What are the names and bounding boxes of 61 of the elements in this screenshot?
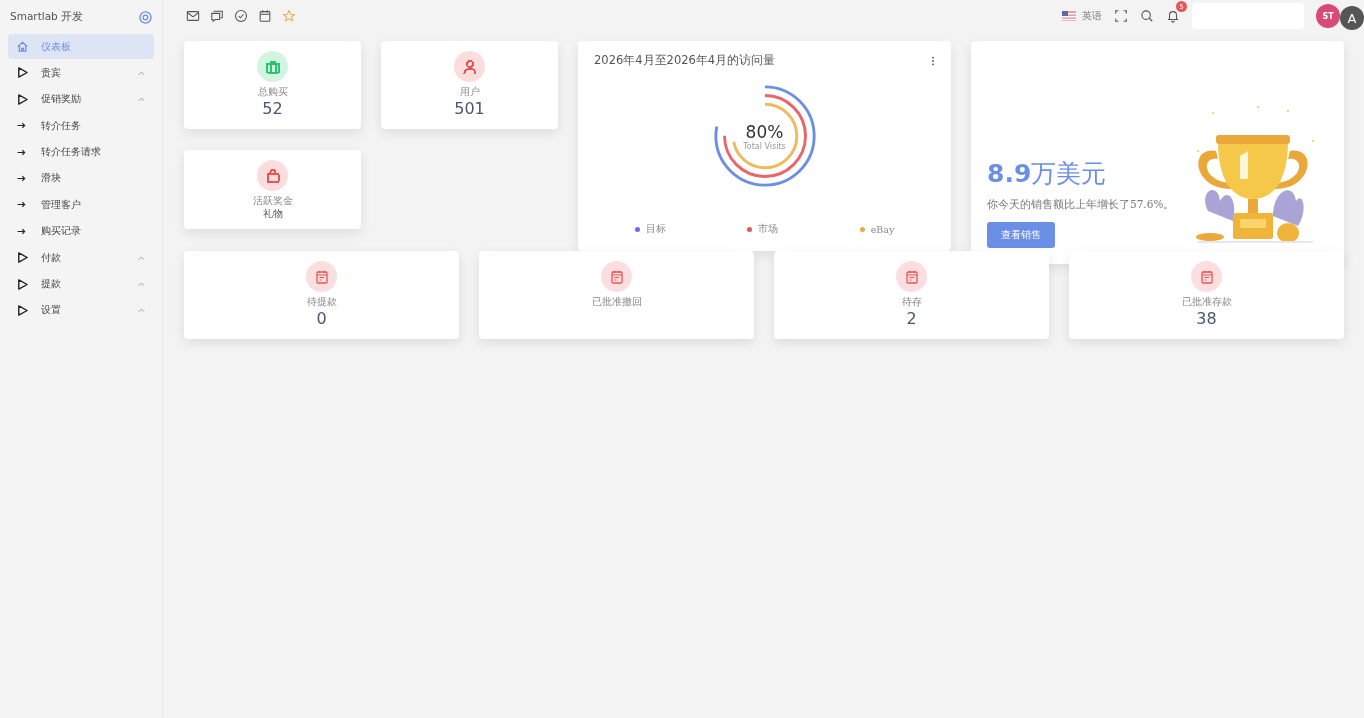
stat-label: 活跃奖金 xyxy=(252,195,293,208)
stat-sublabel: 礼物 xyxy=(262,208,283,221)
calendar-icon xyxy=(903,268,920,285)
legend-label: eBay xyxy=(870,224,895,235)
chevron-up-icon xyxy=(137,254,146,261)
language-selector[interactable]: 英语 xyxy=(1082,9,1102,23)
sales-amount: 8.9万美元 xyxy=(987,158,1108,190)
stat-value: 0 xyxy=(316,309,327,328)
calendar-icon[interactable] xyxy=(258,9,272,23)
nav-item[interactable]: 付款 xyxy=(8,245,154,271)
triangle-icon xyxy=(16,66,29,80)
calendar-icon xyxy=(608,268,625,285)
legend-label: 市场 xyxy=(758,223,779,236)
legend-label: 目标 xyxy=(645,223,666,236)
stat-value: 2 xyxy=(906,309,917,328)
stat-label: 已批准存款 xyxy=(1181,296,1232,309)
star-icon[interactable] xyxy=(282,9,296,23)
brand-name: Smartlab 开发 xyxy=(10,10,84,24)
nav-item[interactable]: 滑块 xyxy=(8,165,154,191)
triangle-icon xyxy=(16,251,29,265)
translate-button[interactable]: A xyxy=(1340,6,1364,30)
calendar-icon xyxy=(1198,268,1215,285)
fullscreen-icon[interactable] xyxy=(1114,9,1128,23)
chevron-up-icon xyxy=(137,96,146,103)
nav-item[interactable]: 贵宾 xyxy=(8,60,154,86)
triangle-icon xyxy=(16,92,29,106)
chevron-up-icon xyxy=(137,307,146,314)
check-circle-icon[interactable] xyxy=(234,9,248,23)
search-icon[interactable] xyxy=(1140,9,1154,23)
card-title: 2026年4月至2026年4月的访问量 xyxy=(594,53,776,68)
sales-description: 你今天的销售额比上年增长了57.6%。 xyxy=(987,198,1175,212)
nav-item[interactable]: 设置 xyxy=(8,297,154,323)
home-icon xyxy=(16,40,29,53)
stat-label: 待存 xyxy=(901,296,922,309)
stat-value: 38 xyxy=(1196,309,1217,328)
stat-value: 52 xyxy=(262,99,283,118)
triangle-icon xyxy=(16,303,29,317)
stat-label: 已批准撤回 xyxy=(591,296,642,309)
triangle-icon xyxy=(16,277,29,291)
chevron-up-icon xyxy=(137,69,146,76)
mail-icon[interactable] xyxy=(186,9,200,23)
chat-icon[interactable] xyxy=(210,9,224,23)
bell-icon[interactable] xyxy=(1166,9,1180,23)
center-label: Total Visits xyxy=(743,141,786,151)
stat-label: 用户 xyxy=(459,86,480,99)
center-value: 80% xyxy=(745,121,784,142)
nav-item[interactable]: 转介任务 xyxy=(8,113,154,139)
stat-label: 总购买 xyxy=(257,86,288,99)
nav-item[interactable]: 转介任务请求 xyxy=(8,139,154,165)
nav-item[interactable]: 促销奖励 xyxy=(8,86,154,112)
nav-item[interactable]: 提款 xyxy=(8,271,154,297)
target-icon[interactable] xyxy=(139,10,152,24)
avatar[interactable]: ST xyxy=(1316,4,1340,28)
chevron-up-icon xyxy=(137,281,146,287)
calendar-icon xyxy=(313,268,330,285)
more-icon[interactable] xyxy=(931,55,935,66)
stat-label: 待提款 xyxy=(306,296,337,309)
flag-icon xyxy=(1062,11,1076,21)
nav-item[interactable]: 购买记录 xyxy=(8,218,154,244)
stat-value: 501 xyxy=(454,99,485,118)
nav-item[interactable]: 管理客户 xyxy=(8,192,154,218)
